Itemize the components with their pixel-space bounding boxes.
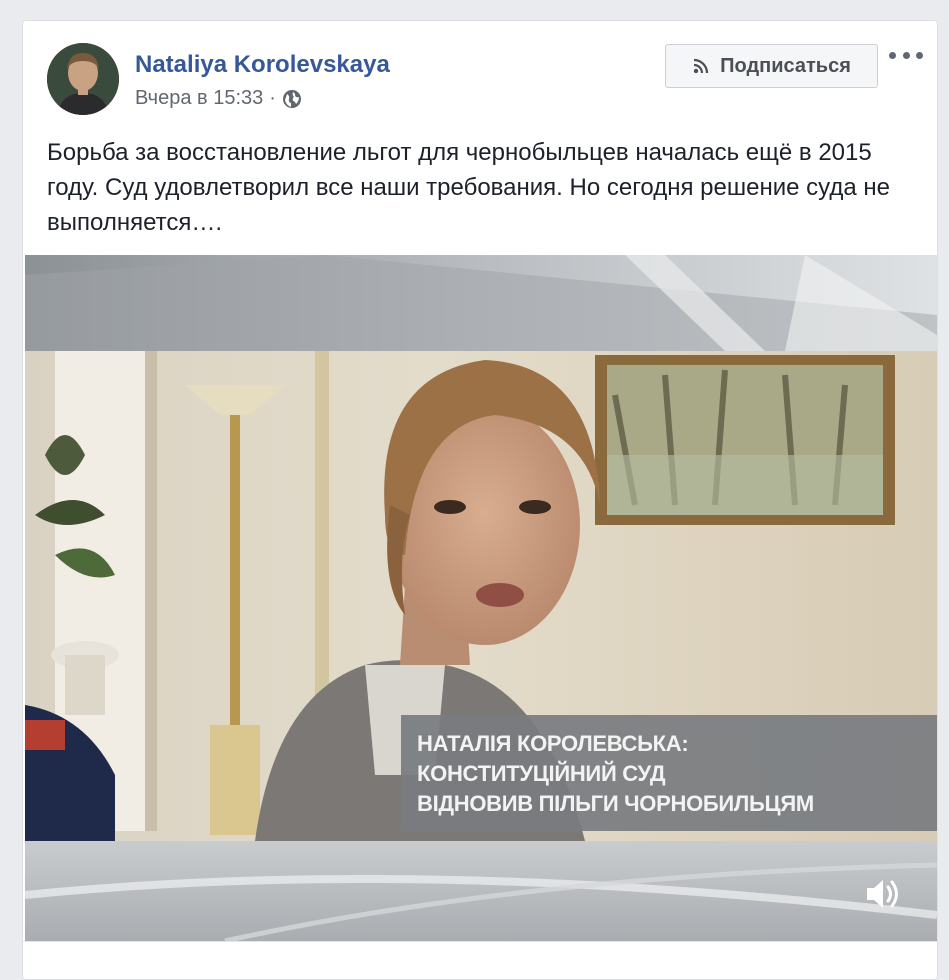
caption-line-2: КОНСТИТУЦІЙНИЙ СУД xyxy=(417,761,666,786)
more-options-icon[interactable] xyxy=(889,45,923,65)
post-meta: Вчера в 15:33 · xyxy=(135,87,302,110)
subscribe-button[interactable]: Подписаться xyxy=(665,44,878,88)
post-header: Nataliya Korolevskaya Вчера в 15:33 · По… xyxy=(23,21,937,121)
author-name[interactable]: Nataliya Korolevskaya xyxy=(135,51,390,79)
caption-line-3: ВІДНОВИВ ПІЛЬГИ ЧОРНОБИЛЬЦЯМ xyxy=(417,791,814,816)
post-card: Nataliya Korolevskaya Вчера в 15:33 · По… xyxy=(22,20,938,980)
avatar[interactable] xyxy=(47,43,119,115)
meta-separator: · xyxy=(269,87,276,109)
post-timestamp[interactable]: Вчера в 15:33 xyxy=(135,87,263,110)
video-frame xyxy=(25,255,937,941)
volume-icon[interactable] xyxy=(863,875,903,913)
video-caption: НАТАЛІЯ КОРОЛЕВСЬКА: КОНСТИТУЦІЙНИЙ СУД … xyxy=(401,715,937,831)
caption-line-1: НАТАЛІЯ КОРОЛЕВСЬКА: xyxy=(417,731,689,756)
subscribe-label: Подписаться xyxy=(720,54,851,77)
globe-icon[interactable] xyxy=(282,89,302,109)
video-player[interactable]: НАТАЛІЯ КОРОЛЕВСЬКА: КОНСТИТУЦІЙНИЙ СУД … xyxy=(25,255,937,941)
rss-icon xyxy=(692,57,710,75)
post-text: Борьба за восстановление льгот для черно… xyxy=(47,139,890,236)
post-footer xyxy=(23,941,937,979)
